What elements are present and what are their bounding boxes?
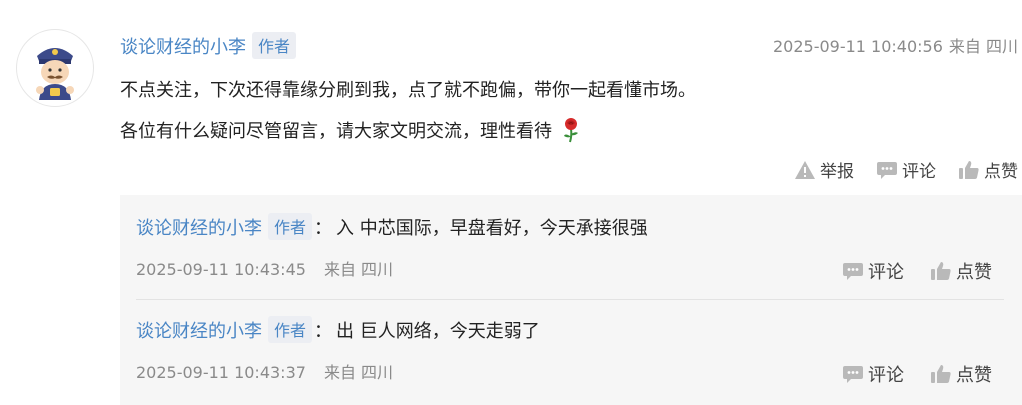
reply-author-tag: 作者 (268, 316, 313, 343)
reply-text: 入 中芯国际，早盘看好，今天承接很强 (336, 218, 648, 239)
comment-button[interactable]: 评论 (876, 157, 936, 182)
author-name-text[interactable]: 谈论财经的小李 (120, 37, 246, 58)
comment-location: 来自 四川 (948, 37, 1018, 56)
reply-header: 谈论财经的小李 作者：入 中芯国际，早盘看好，今天承接很强 (136, 213, 1004, 240)
reply-author-tag: 作者 (268, 213, 313, 240)
thumbs-up-icon (931, 365, 951, 383)
like-label: 点赞 (984, 162, 1018, 182)
comment-timestamp: 2025-09-11 10:40:56 (772, 37, 943, 56)
report-label: 举报 (820, 162, 854, 182)
comment-label: 评论 (902, 162, 936, 182)
comment-icon (843, 366, 863, 383)
like-button[interactable]: 点赞 (958, 157, 1018, 182)
reply-comment-label: 评论 (868, 365, 904, 386)
reply-author[interactable]: 谈论财经的小李 (136, 321, 262, 342)
reply-like-button[interactable]: 点赞 (930, 361, 992, 387)
comment-panel: 谈论财经的小李 作者 2025-09-11 10:40:56 来自 四川 不点关注，… (0, 0, 1022, 405)
comment-text-line-2: 各位有什么疑问尽管留言，请大家文明交流，理性看待 (120, 117, 582, 148)
reply-actions: 评论 点赞 (842, 258, 992, 284)
reply-actions: 评论 点赞 (842, 361, 992, 387)
reply-like-label: 点赞 (956, 365, 992, 386)
comment-author[interactable]: 谈论财经的小李 作者 (120, 32, 297, 59)
comment-meta: 2025-09-11 10:40:56 来自 四川 (773, 33, 1018, 57)
reply-location: 来自 四川 (323, 260, 394, 279)
reply-like-label: 点赞 (956, 262, 992, 283)
reply-location: 来自 四川 (323, 363, 394, 382)
warning-icon (795, 160, 815, 179)
reply-colon: ： (314, 321, 333, 342)
comment-actions: 举报 评论 点赞 (794, 157, 1018, 182)
comment-text-line-1: 不点关注，下次还得靠缘分刷到我，点了就不跑偏，带你一起看懂市场。 (120, 80, 696, 101)
reply-item: 谈论财经的小李 作者：入 中芯国际，早盘看好，今天承接很强 2025-09-11 … (136, 213, 1004, 283)
reply-text: 出 巨人网络，今天走弱了 (336, 321, 540, 342)
reply-item: 谈论财经的小李 作者：出 巨人网络，今天走弱了 2025-09-11 10:43:… (136, 316, 1004, 386)
thumbs-up-icon (959, 160, 979, 179)
reply-divider (136, 299, 1004, 300)
author-tag-badge: 作者 (252, 32, 297, 59)
comment-icon (877, 161, 897, 179)
report-button[interactable]: 举报 (794, 157, 854, 182)
comment-icon (843, 263, 863, 280)
replies-panel: 谈论财经的小李 作者：入 中芯国际，早盘看好，今天承接很强 2025-09-11 … (120, 195, 1022, 405)
thumbs-up-icon (931, 262, 951, 280)
reply-header: 谈论财经的小李 作者：出 巨人网络，今天走弱了 (136, 316, 1004, 343)
cartoon-avatar-icon (36, 48, 74, 100)
reply-author[interactable]: 谈论财经的小李 (136, 218, 262, 239)
reply-timestamp: 2025-09-11 10:43:45 (136, 260, 306, 279)
comment-text-line-2-text: 各位有什么疑问尽管留言，请大家文明交流，理性看待 (120, 121, 552, 142)
rose-icon (560, 117, 582, 148)
reply-comment-button[interactable]: 评论 (842, 258, 904, 284)
avatar[interactable] (16, 29, 94, 107)
reply-comment-label: 评论 (868, 262, 904, 283)
reply-comment-button[interactable]: 评论 (842, 361, 904, 387)
reply-like-button[interactable]: 点赞 (930, 258, 992, 284)
reply-colon: ： (314, 218, 333, 239)
reply-timestamp: 2025-09-11 10:43:37 (136, 363, 306, 382)
